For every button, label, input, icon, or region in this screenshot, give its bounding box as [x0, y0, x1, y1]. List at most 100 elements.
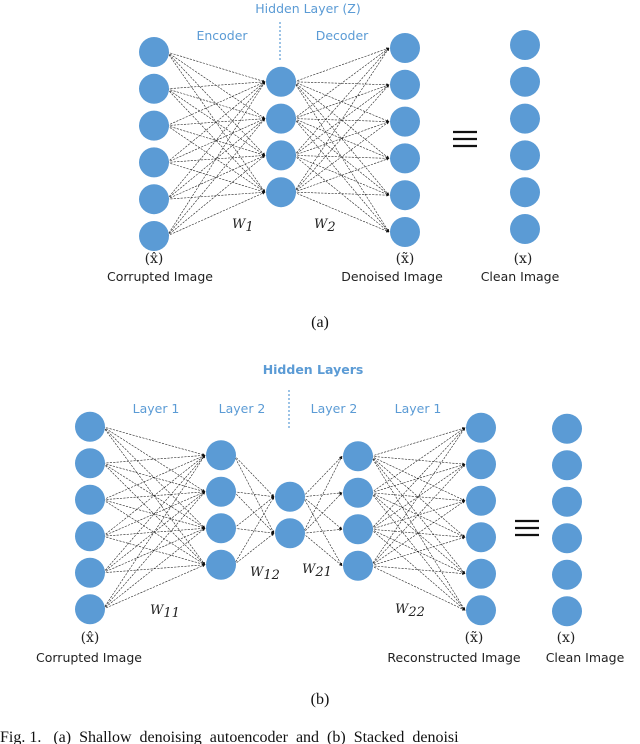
- panel-b-layer-1-node: [75, 557, 105, 588]
- output-label: Reconstructed Image: [387, 650, 521, 665]
- connection-edge: [166, 118, 266, 237]
- input-label: Corrupted Image: [36, 650, 142, 665]
- weight-w21: W21: [302, 562, 332, 580]
- panel-b-clean-node: [552, 413, 582, 444]
- caption-b: (b): [311, 691, 330, 708]
- clean-label: Clean Image: [546, 650, 625, 665]
- panel-a-layer-3-node: [390, 106, 420, 137]
- panel-a-layer-3-node: [390, 143, 420, 174]
- output-symbol: (x̃): [396, 251, 415, 267]
- connection-edge: [293, 191, 390, 233]
- input-symbol: (x̂): [145, 251, 164, 267]
- connection-edge: [302, 455, 343, 534]
- layer-label-dec-2: Layer 2: [311, 401, 358, 416]
- panel-a-layer-2-node: [266, 140, 296, 171]
- panel-b-clean-node: [552, 486, 582, 517]
- connection-edge: [102, 453, 206, 464]
- panel-b-nodes: [75, 411, 582, 627]
- output-label: Denoised Image: [341, 269, 443, 284]
- panel-b-layer-5-node: [466, 449, 496, 480]
- panel-b-layer-2-node: [206, 440, 236, 471]
- weight-w2: W2: [314, 217, 336, 235]
- weight-w22: W22: [395, 602, 425, 620]
- connection-edge: [293, 47, 390, 119]
- connection-edge: [233, 491, 275, 498]
- connection-edge: [166, 88, 266, 120]
- panel-a-layer-1-node: [139, 110, 169, 141]
- connection-edge: [293, 155, 390, 233]
- figure: Hidden Layer (Z) Encoder Decoder W1 W2 (…: [0, 1, 625, 744]
- clean-symbol: (x): [514, 251, 533, 267]
- panel-a: Hidden Layer (Z) Encoder Decoder W1 W2 (…: [107, 1, 560, 331]
- connection-edge: [302, 491, 343, 498]
- panel-b-clean-node: [552, 523, 582, 554]
- connection-edge: [293, 191, 390, 197]
- connection-edge: [166, 154, 266, 163]
- connection-edge: [102, 528, 206, 610]
- panel-b-layer-3-node: [275, 481, 305, 512]
- connection-edge: [302, 533, 343, 566]
- caption-a: (a): [311, 314, 329, 331]
- connection-edge: [370, 427, 466, 457]
- connection-edge: [302, 528, 343, 534]
- panel-b-layer-1-node: [75, 448, 105, 479]
- connection-edge: [233, 533, 275, 565]
- connection-edge: [293, 84, 390, 193]
- panel-a-layer-1-node: [139, 73, 169, 104]
- hidden-layer-title: Hidden Layer (Z): [255, 1, 360, 16]
- input-symbol: (x̂): [81, 630, 100, 646]
- panel-b-layer-5-node: [466, 485, 496, 516]
- connection-edge: [233, 455, 275, 497]
- decoder-label: Decoder: [316, 28, 369, 43]
- panel-b: Hidden Layers Layer 1 Layer 2 Layer 2 La…: [36, 362, 625, 708]
- connection-edge: [293, 155, 390, 196]
- panel-a-clean-node: [510, 140, 540, 171]
- panel-a-layer-2-node: [266, 66, 296, 97]
- panel-a-layer-1-node: [139, 147, 169, 178]
- panel-b-clean-node: [552, 559, 582, 590]
- layer-label-enc-1: Layer 1: [133, 401, 180, 416]
- panel-a-clean-node: [510, 66, 540, 97]
- panel-b-layer-4-node: [343, 550, 373, 581]
- panel-a-clean-node: [510, 30, 540, 60]
- figure-caption: Fig. 1. (a) Shallow denoising autoencode…: [0, 729, 459, 744]
- panel-b-clean-node: [552, 596, 582, 627]
- weight-w1: W1: [232, 217, 254, 235]
- panel-b-layer-3-node: [275, 518, 305, 549]
- panel-b-layer-1-node: [75, 594, 105, 625]
- panel-a-layer-2-node: [266, 103, 296, 134]
- encoder-label: Encoder: [196, 28, 248, 43]
- panel-a-clean-node: [510, 177, 540, 208]
- connection-edge: [293, 121, 390, 193]
- connection-edge: [166, 190, 266, 200]
- connection-edge: [166, 80, 266, 90]
- panel-a-layer-3-node: [390, 33, 420, 63]
- panel-b-edges: [102, 426, 466, 611]
- output-symbol: (x̃): [465, 630, 484, 646]
- connection-edge: [166, 81, 266, 200]
- weight-w12: W12: [250, 565, 280, 583]
- panel-a-layer-1-node: [139, 184, 169, 215]
- connection-edge: [102, 426, 206, 456]
- connection-edge: [370, 427, 466, 530]
- panel-a-layer-1-node: [139, 37, 169, 67]
- panel-b-layer-1-node: [75, 484, 105, 515]
- clean-symbol: (x): [557, 630, 576, 646]
- panel-b-layer-1-node: [75, 411, 105, 442]
- panel-a-clean-node: [510, 214, 540, 244]
- layer-label-dec-1: Layer 1: [395, 401, 442, 416]
- panel-b-layer-2-node: [206, 549, 236, 580]
- panel-b-layer-5-node: [466, 522, 496, 553]
- panel-b-layer-5-node: [466, 558, 496, 589]
- connection-edge: [166, 117, 266, 126]
- panel-b-layer-5-node: [466, 412, 496, 443]
- connection-edge: [233, 496, 275, 565]
- connection-edge: [233, 455, 275, 534]
- connection-edge: [302, 496, 343, 567]
- connection-edge: [370, 427, 466, 566]
- panel-b-layer-1-node: [75, 521, 105, 552]
- panel-b-layer-2-node: [206, 513, 236, 544]
- panel-a-layer-3-node: [390, 69, 420, 100]
- connection-edge: [166, 51, 266, 83]
- panel-a-clean-node: [510, 103, 540, 134]
